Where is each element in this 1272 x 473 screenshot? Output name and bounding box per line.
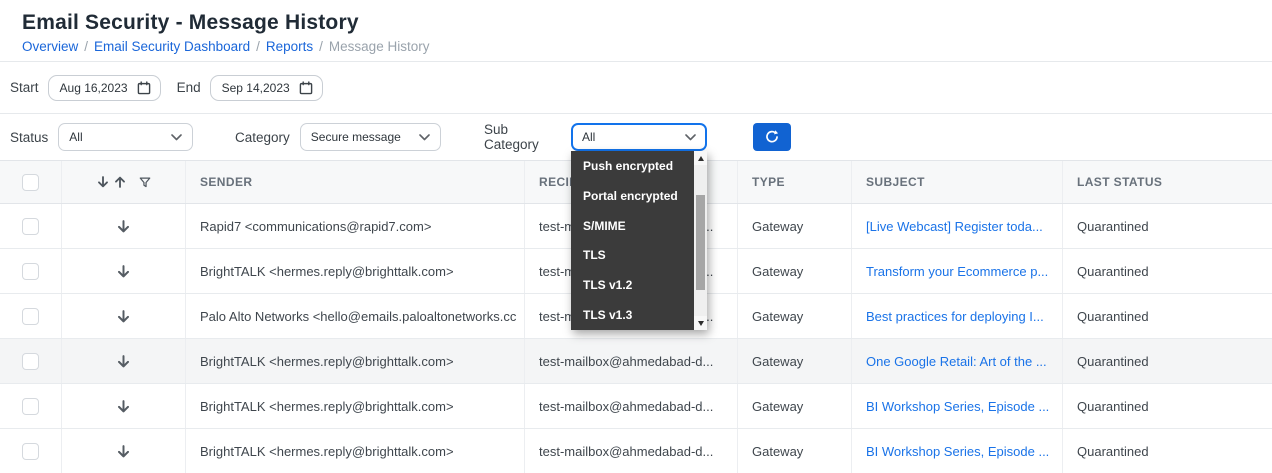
- sender-cell: Rapid7 <communications@rapid7.com>: [186, 204, 525, 248]
- sort-descending-icon[interactable]: [96, 175, 110, 189]
- start-date-value: Aug 16,2023: [60, 81, 128, 95]
- date-filter-row: Start Aug 16,2023 End Sep 14,2023: [0, 62, 1272, 114]
- last-status-cell: Quarantined: [1063, 339, 1272, 383]
- subject-link[interactable]: [Live Webcast] Register toda...: [852, 204, 1063, 248]
- sub-category-label: Sub Category: [484, 122, 561, 152]
- recipient-cell: test-mailbox@ahmedabad-d...: [525, 339, 738, 383]
- sub-category-select-value: All: [582, 130, 595, 144]
- last-status-cell: Quarantined: [1063, 294, 1272, 338]
- sub-category-dropdown: Push encrypted Portal encrypted S/MIME T…: [571, 151, 707, 330]
- type-cell: Gateway: [738, 429, 852, 473]
- row-checkbox[interactable]: [22, 353, 39, 370]
- last-status-cell: Quarantined: [1063, 429, 1272, 473]
- last-status-cell: Quarantined: [1063, 249, 1272, 293]
- chevron-down-icon: [171, 134, 182, 141]
- sender-cell: BrightTALK <hermes.reply@brighttalk.com>: [186, 429, 525, 473]
- sender-cell: BrightTALK <hermes.reply@brighttalk.com>: [186, 384, 525, 428]
- table-row[interactable]: BrightTALK <hermes.reply@brighttalk.com>…: [0, 429, 1272, 473]
- refresh-icon: [764, 129, 780, 145]
- column-header-subject[interactable]: SUBJECT: [852, 161, 1063, 203]
- column-header-type[interactable]: TYPE: [738, 161, 852, 203]
- breadcrumb-separator: /: [313, 39, 329, 54]
- select-all-checkbox[interactable]: [22, 174, 39, 191]
- type-cell: Gateway: [738, 384, 852, 428]
- end-date-input[interactable]: Sep 14,2023: [210, 75, 323, 101]
- page-title: Email Security - Message History: [22, 11, 1272, 35]
- last-status-cell: Quarantined: [1063, 204, 1272, 248]
- column-header-sender[interactable]: SENDER: [186, 161, 525, 203]
- row-checkbox[interactable]: [22, 308, 39, 325]
- type-cell: Gateway: [738, 294, 852, 338]
- start-date-label: Start: [10, 80, 39, 95]
- sort-ascending-icon[interactable]: [113, 175, 127, 189]
- calendar-icon: [299, 81, 313, 95]
- sender-cell: BrightTALK <hermes.reply@brighttalk.com>: [186, 249, 525, 293]
- breadcrumb-current: Message History: [329, 39, 430, 54]
- dropdown-option-tls[interactable]: TLS: [571, 240, 694, 270]
- sender-cell: Palo Alto Networks <hello@emails.paloalt…: [186, 294, 525, 338]
- dropdown-option-tls-v12[interactable]: TLS v1.2: [571, 270, 694, 300]
- arrow-down-icon[interactable]: [116, 399, 131, 414]
- dropdown-option-smime[interactable]: S/MIME: [571, 211, 694, 241]
- end-date-value: Sep 14,2023: [222, 81, 290, 95]
- subject-link[interactable]: BI Workshop Series, Episode ...: [852, 429, 1063, 473]
- category-select[interactable]: Secure message: [300, 123, 441, 151]
- status-label: Status: [10, 130, 48, 145]
- start-date-input[interactable]: Aug 16,2023: [48, 75, 161, 101]
- dropdown-scrollbar[interactable]: [694, 151, 707, 330]
- breadcrumb-link-dashboard[interactable]: Email Security Dashboard: [94, 39, 250, 54]
- calendar-icon: [137, 81, 151, 95]
- dropdown-option-push-encrypted[interactable]: Push encrypted: [571, 151, 694, 181]
- refresh-button[interactable]: [753, 123, 791, 151]
- scrollbar-thumb[interactable]: [696, 195, 705, 290]
- arrow-down-icon[interactable]: [116, 309, 131, 324]
- type-cell: Gateway: [738, 249, 852, 293]
- table-row[interactable]: BrightTALK <hermes.reply@brighttalk.com>…: [0, 384, 1272, 429]
- type-cell: Gateway: [738, 204, 852, 248]
- row-checkbox[interactable]: [22, 263, 39, 280]
- funnel-icon[interactable]: [138, 175, 152, 189]
- arrow-down-icon[interactable]: [116, 444, 131, 459]
- last-status-cell: Quarantined: [1063, 384, 1272, 428]
- scroll-up-icon[interactable]: [694, 151, 707, 165]
- arrow-down-icon[interactable]: [116, 354, 131, 369]
- status-select-value: All: [69, 130, 82, 144]
- subject-link[interactable]: Best practices for deploying I...: [852, 294, 1063, 338]
- end-date-label: End: [177, 80, 201, 95]
- row-checkbox[interactable]: [22, 218, 39, 235]
- message-history-page: Email Security - Message History Overvie…: [0, 0, 1272, 473]
- breadcrumb-separator: /: [250, 39, 266, 54]
- breadcrumb-separator: /: [78, 39, 94, 54]
- arrow-down-icon[interactable]: [116, 264, 131, 279]
- subject-link[interactable]: BI Workshop Series, Episode ...: [852, 384, 1063, 428]
- category-select-value: Secure message: [311, 130, 401, 144]
- recipient-cell: test-mailbox@ahmedabad-d...: [525, 429, 738, 473]
- breadcrumb: Overview/Email Security Dashboard/Report…: [22, 39, 1272, 54]
- arrow-down-icon[interactable]: [116, 219, 131, 234]
- row-checkbox[interactable]: [22, 398, 39, 415]
- breadcrumb-link-overview[interactable]: Overview: [22, 39, 78, 54]
- subject-link[interactable]: Transform your Ecommerce p...: [852, 249, 1063, 293]
- recipient-cell: test-mailbox@ahmedabad-d...: [525, 384, 738, 428]
- subject-link[interactable]: One Google Retail: Art of the ...: [852, 339, 1063, 383]
- type-cell: Gateway: [738, 339, 852, 383]
- chevron-down-icon: [685, 134, 696, 141]
- category-label: Category: [235, 130, 290, 145]
- column-header-last-status[interactable]: LAST STATUS: [1063, 161, 1272, 203]
- dropdown-option-portal-encrypted[interactable]: Portal encrypted: [571, 181, 694, 211]
- page-header: Email Security - Message History Overvie…: [0, 0, 1272, 62]
- dropdown-option-tls-v13[interactable]: TLS v1.3: [571, 300, 694, 330]
- table-row[interactable]: BrightTALK <hermes.reply@brighttalk.com>…: [0, 339, 1272, 384]
- chevron-down-icon: [419, 134, 430, 141]
- row-checkbox[interactable]: [22, 443, 39, 460]
- scroll-down-icon[interactable]: [694, 316, 707, 330]
- breadcrumb-link-reports[interactable]: Reports: [266, 39, 313, 54]
- status-select[interactable]: All: [58, 123, 193, 151]
- sender-cell: BrightTALK <hermes.reply@brighttalk.com>: [186, 339, 525, 383]
- sub-category-select[interactable]: All: [571, 123, 707, 151]
